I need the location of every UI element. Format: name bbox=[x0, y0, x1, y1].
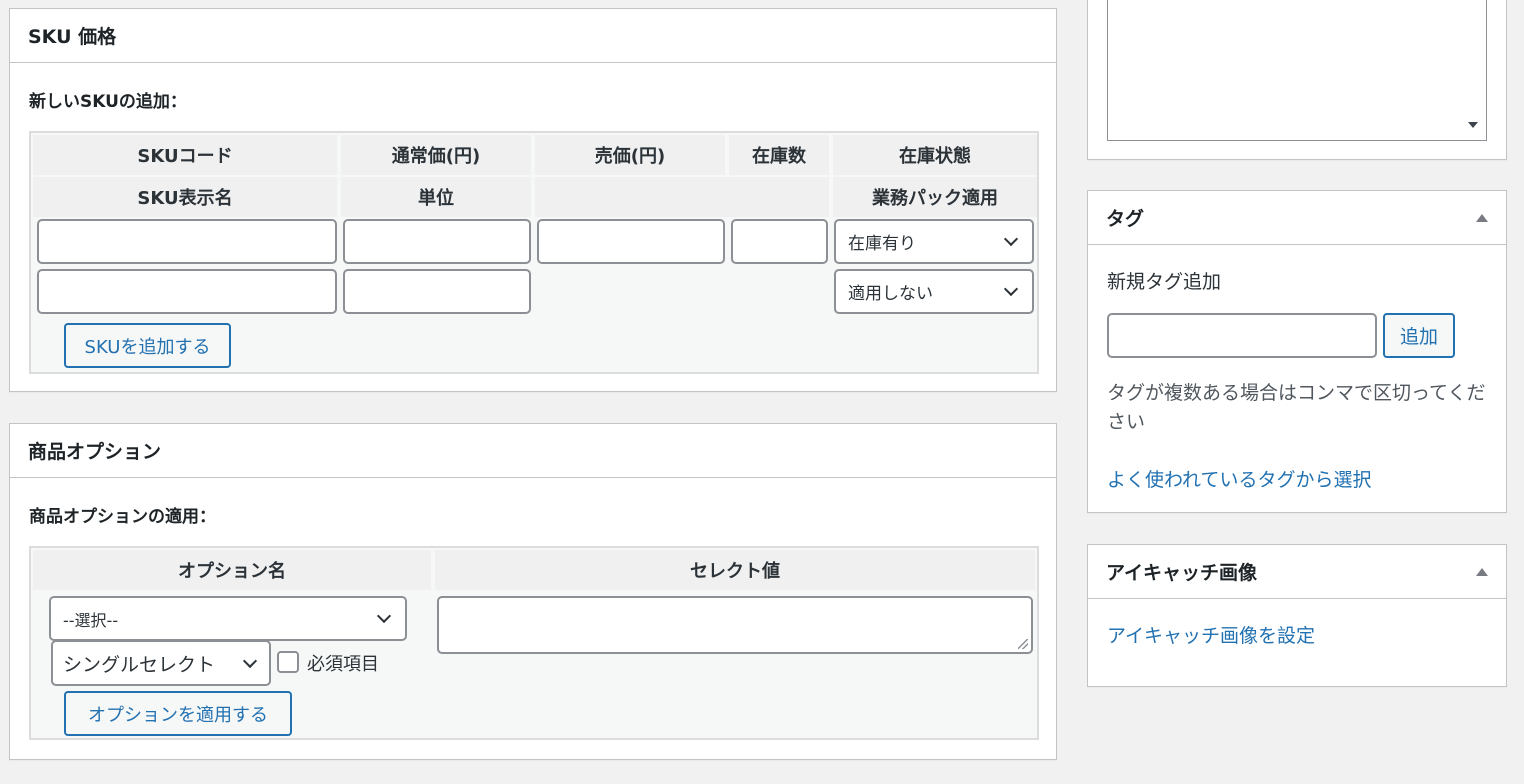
eyecatch-box-header: アイキャッチ画像 bbox=[1088, 545, 1506, 599]
option-box-title: 商品オプション bbox=[28, 441, 162, 463]
new-sku-label: 新しいSKUの追加： bbox=[29, 92, 187, 112]
sku-code-input[interactable] bbox=[37, 219, 337, 264]
select-value-textarea[interactable] bbox=[437, 596, 1033, 654]
option-box-header: 商品オプション bbox=[10, 424, 1056, 478]
sku-display-name-input[interactable] bbox=[37, 269, 337, 314]
required-checkbox[interactable] bbox=[277, 651, 299, 673]
th-sale-price: 売価(円) bbox=[535, 135, 725, 175]
tag-hint: タグが複数ある場合はコンマで区切ってください bbox=[1107, 382, 1486, 433]
top-right-listbox[interactable] bbox=[1107, 0, 1487, 141]
chevron-down-icon bbox=[1003, 231, 1019, 247]
new-tag-input[interactable] bbox=[1107, 313, 1377, 358]
th-select-value: セレクト値 bbox=[435, 550, 1035, 590]
option-type-value: シングルセレクト bbox=[63, 653, 216, 676]
option-type-select[interactable]: シングルセレクト bbox=[51, 640, 271, 686]
new-tag-label: 新規タグ追加 bbox=[1107, 271, 1222, 293]
stock-qty-input[interactable] bbox=[731, 219, 828, 264]
collapse-arrow-icon[interactable] bbox=[1476, 213, 1488, 222]
apply-option-label: 商品オプションの適用： bbox=[29, 507, 216, 527]
top-right-box bbox=[1087, 0, 1507, 160]
add-sku-button[interactable]: SKUを追加する bbox=[64, 323, 231, 368]
sku-price-box: SKU 価格 新しいSKUの追加： SKUコード 通常価(円) 売価(円) 在庫… bbox=[9, 8, 1057, 392]
tag-box: タグ 新規タグ追加 追加 タグが複数ある場合はコンマで区切ってください よく使わ… bbox=[1087, 190, 1507, 513]
option-name-value: --選択-- bbox=[63, 610, 119, 630]
required-label: 必須項目 bbox=[307, 654, 379, 675]
eyecatch-box-title: アイキャッチ画像 bbox=[1106, 562, 1258, 584]
scroll-down-icon[interactable] bbox=[1468, 122, 1478, 128]
business-pack-value: 適用しない bbox=[848, 284, 933, 304]
th-regular-price: 通常価(円) bbox=[341, 135, 531, 175]
add-tag-button[interactable]: 追加 bbox=[1383, 313, 1455, 358]
resize-grip-icon[interactable] bbox=[1018, 639, 1028, 649]
sale-price-input[interactable] bbox=[537, 219, 725, 264]
product-option-box: 商品オプション 商品オプションの適用： オプション名 セレクト値 --選択-- … bbox=[9, 423, 1057, 760]
sku-box-title: SKU 価格 bbox=[28, 26, 117, 48]
th-sku-display-name: SKU表示名 bbox=[33, 177, 337, 217]
business-pack-select[interactable]: 適用しない bbox=[834, 269, 1034, 314]
th-empty bbox=[535, 177, 829, 217]
stock-status-value: 在庫有り bbox=[848, 234, 916, 254]
stock-status-select[interactable]: 在庫有り bbox=[834, 219, 1034, 264]
chevron-down-icon bbox=[376, 608, 392, 624]
th-stock-status: 在庫状態 bbox=[833, 135, 1037, 175]
th-stock-qty: 在庫数 bbox=[729, 135, 829, 175]
sku-table: SKUコード 通常価(円) 売価(円) 在庫数 在庫状態 SKU表示名 単位 業… bbox=[29, 131, 1039, 374]
apply-option-button[interactable]: オプションを適用する bbox=[64, 691, 292, 736]
eyecatch-box: アイキャッチ画像 アイキャッチ画像を設定 bbox=[1087, 544, 1507, 687]
th-unit: 単位 bbox=[341, 177, 531, 217]
th-business-pack: 業務パック適用 bbox=[833, 177, 1037, 217]
sku-box-header: SKU 価格 bbox=[10, 9, 1056, 63]
th-option-name: オプション名 bbox=[33, 550, 431, 590]
set-eyecatch-link[interactable]: アイキャッチ画像を設定 bbox=[1107, 621, 1315, 648]
unit-input[interactable] bbox=[343, 269, 531, 314]
option-table: オプション名 セレクト値 --選択-- シングルセレクト 必須項目 オプションを… bbox=[29, 546, 1039, 740]
th-sku-code: SKUコード bbox=[33, 135, 337, 175]
tag-box-title: タグ bbox=[1106, 208, 1145, 230]
tag-box-header: タグ bbox=[1088, 191, 1506, 245]
chevron-down-icon bbox=[1003, 281, 1019, 297]
popular-tags-link[interactable]: よく使われているタグから選択 bbox=[1107, 465, 1371, 492]
chevron-down-icon bbox=[242, 653, 258, 668]
regular-price-input[interactable] bbox=[343, 219, 531, 264]
option-name-select[interactable]: --選択-- bbox=[49, 596, 407, 641]
collapse-arrow-icon[interactable] bbox=[1476, 567, 1488, 576]
